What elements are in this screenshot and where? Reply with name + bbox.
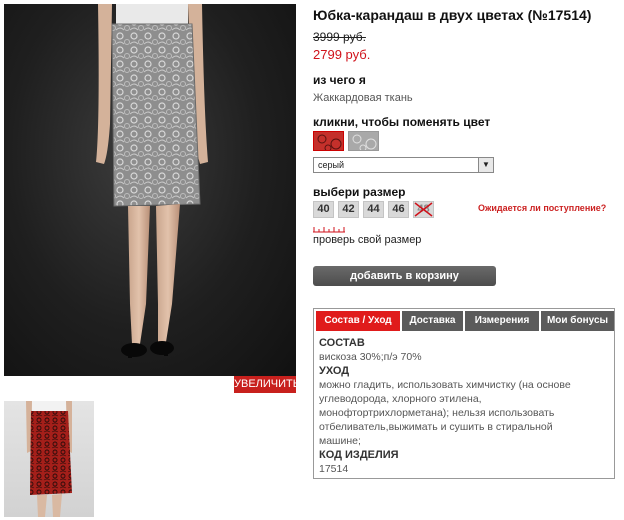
color-swatch-grey[interactable] (348, 131, 379, 151)
size-option-42[interactable]: 42 (338, 201, 359, 218)
size-option-40[interactable]: 40 (313, 201, 334, 218)
size-option-48: 48 (413, 201, 434, 218)
skirt-photo-grey-icon (96, 4, 208, 358)
zoom-button[interactable]: УВЕЛИЧИТЬ (234, 376, 300, 393)
main-product-photo (4, 4, 296, 376)
red-lace-icon (317, 134, 342, 150)
skirt-photo-red-icon (26, 401, 72, 517)
tab-composition[interactable]: Состав / Уход (316, 311, 400, 331)
color-select-value: серый (318, 160, 345, 170)
tab-bonuses[interactable]: Мои бонусы (541, 311, 614, 331)
product-code-heading: КОД ИЗДЕЛИЯ (319, 449, 399, 461)
color-select[interactable]: серый ▼ (313, 157, 494, 173)
grey-lace-icon (352, 134, 377, 150)
check-size-link[interactable]: проверь свой размер (313, 234, 421, 246)
add-to-cart-button[interactable]: добавить в корзину (313, 266, 496, 286)
care-line: монофтортрихлорметана); нельзя использов… (319, 407, 555, 419)
product-title: Юбка-карандаш в двух цветах (№17514) (313, 7, 592, 23)
care-line: машине; (319, 435, 361, 447)
color-heading: кликни, чтобы поменять цвет (313, 115, 491, 129)
product-code-value: 17514 (319, 463, 349, 475)
chevron-down-icon: ▼ (478, 158, 493, 172)
care-heading: УХОД (319, 365, 350, 377)
care-line: можно гладить, использовать химчистку (н… (319, 379, 571, 391)
expected-stock-link[interactable]: Ожидается ли поступление? (478, 203, 606, 213)
product-info-panel: Состав / Уход Доставка Измерения Мои бон… (313, 308, 615, 479)
info-tabs: Состав / Уход Доставка Измерения Мои бон… (314, 309, 614, 331)
tab-content: СОСТАВ вискоза 30%;п/э 70% УХОД можно гл… (319, 336, 609, 476)
tab-delivery[interactable]: Доставка (402, 311, 463, 331)
composition-heading: СОСТАВ (319, 337, 365, 349)
size-option-44[interactable]: 44 (363, 201, 384, 218)
color-swatch-red[interactable] (313, 131, 344, 151)
size-option-46[interactable]: 46 (388, 201, 409, 218)
new-price: 2799 руб. (313, 47, 371, 62)
ruler-icon (313, 227, 345, 233)
composition-value: вискоза 30%;п/э 70% (319, 351, 422, 363)
size-heading: выбери размер (313, 185, 406, 199)
old-price: 3999 руб. (313, 30, 366, 44)
thumbnail-red-skirt[interactable] (4, 401, 94, 517)
care-line: углеводорода, хлорного этилена, (319, 393, 482, 405)
tab-measurements[interactable]: Измерения (465, 311, 539, 331)
material-heading: из чего я (313, 73, 366, 87)
material-value: Жаккардовая ткань (313, 92, 413, 104)
care-line: отбеливатель,выжимать и сушить в стираль… (319, 421, 553, 433)
